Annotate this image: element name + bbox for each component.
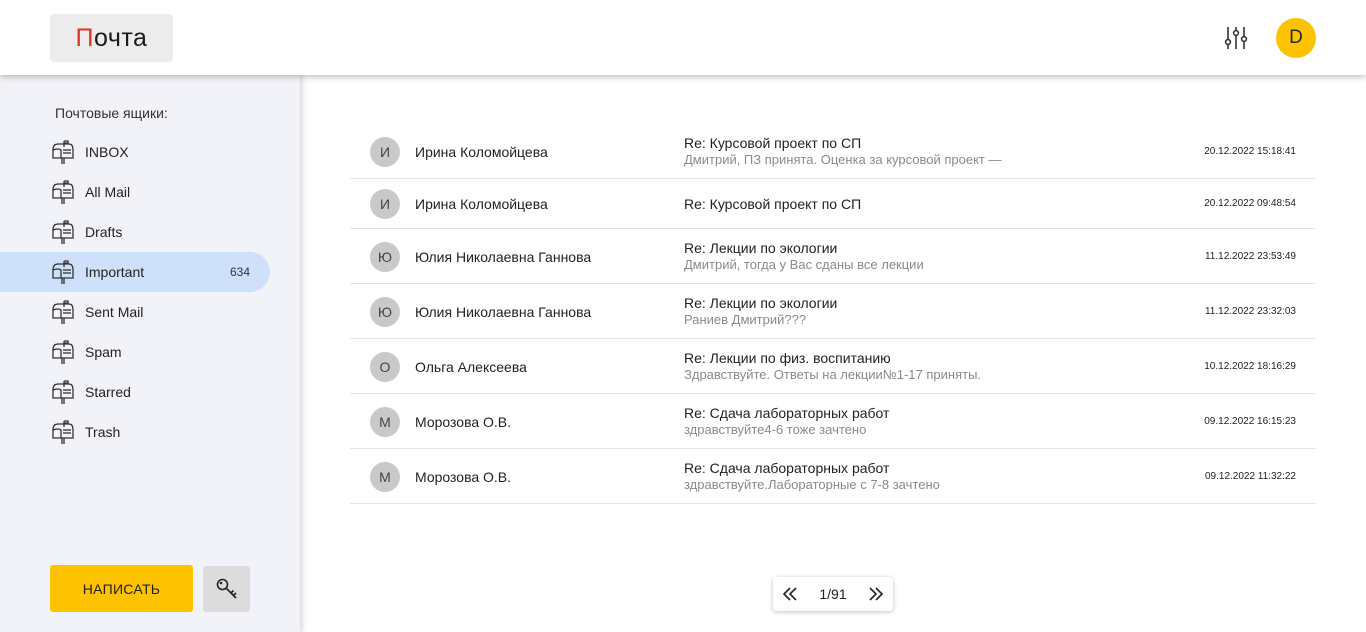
mailbox-label: Spam [85,344,122,360]
sender-avatar: М [370,406,400,437]
sender-avatar: И [370,189,400,219]
sender-avatar: Ю [370,296,400,327]
mail-preview: здравствуйте.Лабораторные с 7-8 зачтено [684,476,940,492]
mailbox-item-inbox[interactable]: INBOX [0,132,270,172]
mailbox-label: Drafts [85,224,123,240]
top-header: Почта D [0,0,1366,75]
app-logo[interactable]: Почта [50,14,173,62]
user-avatar[interactable]: D [1276,18,1316,58]
mailbox-label: Starred [85,384,131,400]
mail-date: 11.12.2022 23:32:03 [1204,305,1296,317]
mail-row[interactable]: Ю Юлия Николаевна Ганнова Re: Лекции по эк… [350,284,1316,339]
mailbox-label: Sent Mail [85,304,144,320]
next-page-button[interactable] [867,585,885,603]
sliders-icon [1224,27,1248,49]
mail-subject: Re: Лекции по экологии [684,239,838,256]
mailbox-item-starred[interactable]: Starred [0,372,270,412]
mailbox-label: Trash [85,424,121,440]
mail-date: 09.12.2022 16:15:23 [1204,415,1296,427]
key-button[interactable] [203,566,250,612]
mail-preview: Раниев Дмитрий??? [684,311,807,327]
mailbox-label: All Mail [85,184,131,200]
mail-date: 10.12.2022 18:16:29 [1204,360,1296,372]
mail-row[interactable]: И Ирина Коломойцева Re: Курсовой проект по… [350,125,1316,179]
mailbox-item-sent-mail[interactable]: Sent Mail [0,292,270,332]
pagination: 1/91 [773,577,893,611]
page-indicator: 1/91 [819,586,847,602]
mailbox-label: INBOX [85,144,129,160]
sender-avatar: Ю [370,241,400,272]
mailbox-item-spam[interactable]: Spam [0,332,270,372]
mail-row[interactable]: И Ирина Коломойцева Re: Курсовой проект по… [350,179,1316,229]
mailbox-icon [50,299,76,325]
mailbox-icon [50,419,76,445]
double-chevron-right-icon [869,587,884,601]
mail-list: И Ирина Коломойцева Re: Курсовой проект по… [350,125,1316,504]
mailbox-count: 634 [229,265,250,279]
mail-preview: здравствуйте4-6 тоже зачтено [684,421,867,437]
double-chevron-left-icon [782,587,797,601]
compose-button[interactable]: НАПИСАТЬ [50,565,193,612]
mailbox-icon [50,219,76,245]
mail-subject: Re: Курсовой проект по СП [684,135,862,151]
mail-preview: Дмитрий, тогда у Вас сданы все лекции [684,256,924,272]
mail-preview: Дмитрий, ПЗ принята. Оценка за курсовой … [684,152,1002,167]
mail-row[interactable]: М Морозова О.В. Re: Сдача лабораторных раб… [350,449,1316,504]
user-initial: D [1289,27,1303,48]
logo-rest: очта [94,23,148,52]
mail-row[interactable]: М Морозова О.В. Re: Сдача лабораторных раб… [350,394,1316,449]
sender-name: Юлия Николаевна Ганнова [415,248,592,265]
sender-name: Ирина Коломойцева [415,196,548,212]
sidebar: Почтовые ящики: INBOX All Mail Drafts Impor… [0,75,300,632]
mailbox-list: INBOX All Mail Drafts Important 634 Sent Mail… [0,132,300,452]
sender-name: Ирина Коломойцева [415,144,548,160]
mail-date: 20.12.2022 15:18:41 [1204,146,1296,157]
mail-date: 20.12.2022 09:48:54 [1204,198,1296,209]
mailboxes-title: Почтовые ящики: [55,105,168,121]
mailbox-item-all-mail[interactable]: All Mail [0,172,270,212]
mailbox-label: Important [85,264,145,280]
mail-row[interactable]: О Ольга Алексеева Re: Лекции по физ. воспи… [350,339,1316,394]
mail-subject: Re: Лекции по физ. воспитанию [684,349,891,366]
mailbox-icon [50,259,76,285]
mail-subject: Re: Курсовой проект по СП [684,196,862,212]
mail-subject: Re: Сдача лабораторных работ [684,404,890,421]
mail-preview: Здравствуйте. Ответы на лекции№1-17 прин… [684,366,982,382]
mailbox-icon [50,339,76,365]
key-icon [216,578,237,599]
sender-avatar: О [370,351,400,382]
main-content: И Ирина Коломойцева Re: Курсовой проект по… [300,75,1366,632]
sender-avatar: М [370,461,400,492]
sender-name: Морозова О.В. [415,413,512,430]
mail-date: 11.12.2022 23:53:49 [1204,250,1296,262]
mailbox-icon [50,179,76,205]
mailbox-item-trash[interactable]: Trash [0,412,270,452]
sender-name: Юлия Николаевна Ганнова [415,303,592,320]
mail-date: 09.12.2022 11:32:22 [1204,470,1296,482]
mailbox-item-important[interactable]: Important 634 [0,252,270,292]
mail-row[interactable]: Ю Юлия Николаевна Ганнова Re: Лекции по эк… [350,229,1316,284]
sender-name: Ольга Алексеева [415,358,527,375]
mail-subject: Re: Сдача лабораторных работ [684,459,890,476]
mailbox-item-drafts[interactable]: Drafts [0,212,270,252]
mailbox-icon [50,139,76,165]
settings-button[interactable] [1222,24,1250,52]
sender-avatar: И [370,137,400,167]
sender-name: Морозова О.В. [415,468,512,485]
mail-subject: Re: Лекции по экологии [684,294,838,311]
prev-page-button[interactable] [781,585,799,603]
logo-first-letter: П [75,23,94,52]
mailbox-icon [50,379,76,405]
